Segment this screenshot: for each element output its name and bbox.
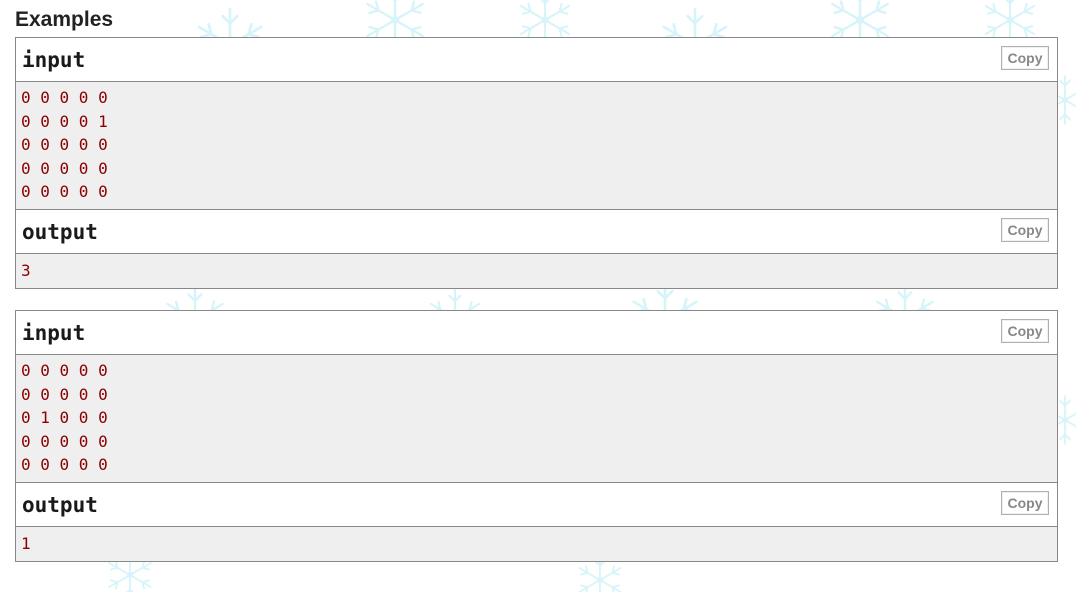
- input-title: input: [22, 321, 86, 345]
- output-title: output: [22, 219, 98, 244]
- output-header: output Copy: [16, 481, 1057, 527]
- output-header: output Copy: [16, 208, 1057, 254]
- input-text: 0 0 0 0 0 0 0 0 0 0 0 1 0 0 0 0 0 0 0 0 …: [16, 355, 1057, 482]
- output-text: 1: [16, 526, 1057, 561]
- input-text: 0 0 0 0 0 0 0 0 0 1 0 0 0 0 0 0 0 0 0 0 …: [16, 82, 1057, 209]
- input-line: 0 0 0 0 0: [21, 135, 108, 154]
- output-line: 1: [21, 533, 31, 553]
- copy-input-button[interactable]: Copy: [1001, 319, 1049, 343]
- input-title: input: [22, 48, 86, 72]
- input-header: input Copy: [16, 38, 1057, 82]
- input-line: 0 0 0 0 1: [21, 111, 108, 131]
- input-line: 0 0 0 0 0: [21, 431, 108, 451]
- output-text: 3: [16, 253, 1057, 288]
- example-1: input Copy 0 0 0 0 0 0 0 0 0 1 0 0 0 0 0…: [15, 37, 1058, 289]
- input-line: 0 0 0 0 0: [21, 384, 108, 404]
- input-header: input Copy: [16, 311, 1057, 355]
- copy-output-button[interactable]: Copy: [1001, 490, 1049, 515]
- input-line: 0 0 0 0 0: [21, 361, 108, 380]
- output-title: output: [22, 492, 98, 517]
- examples-title: Examples: [15, 8, 114, 31]
- input-line: 0 0 0 0 0: [21, 182, 108, 201]
- input-line: 0 0 0 0 0: [21, 88, 108, 107]
- example-2: input Copy 0 0 0 0 0 0 0 0 0 0 0 1 0 0 0…: [15, 310, 1058, 562]
- copy-output-button[interactable]: Copy: [1001, 217, 1049, 242]
- input-line: 0 0 0 0 0: [21, 455, 108, 474]
- input-line: 0 0 0 0 0: [21, 158, 108, 178]
- input-line: 0 1 0 0 0: [21, 408, 108, 427]
- output-line: 3: [21, 260, 31, 280]
- copy-input-button[interactable]: Copy: [1001, 46, 1049, 70]
